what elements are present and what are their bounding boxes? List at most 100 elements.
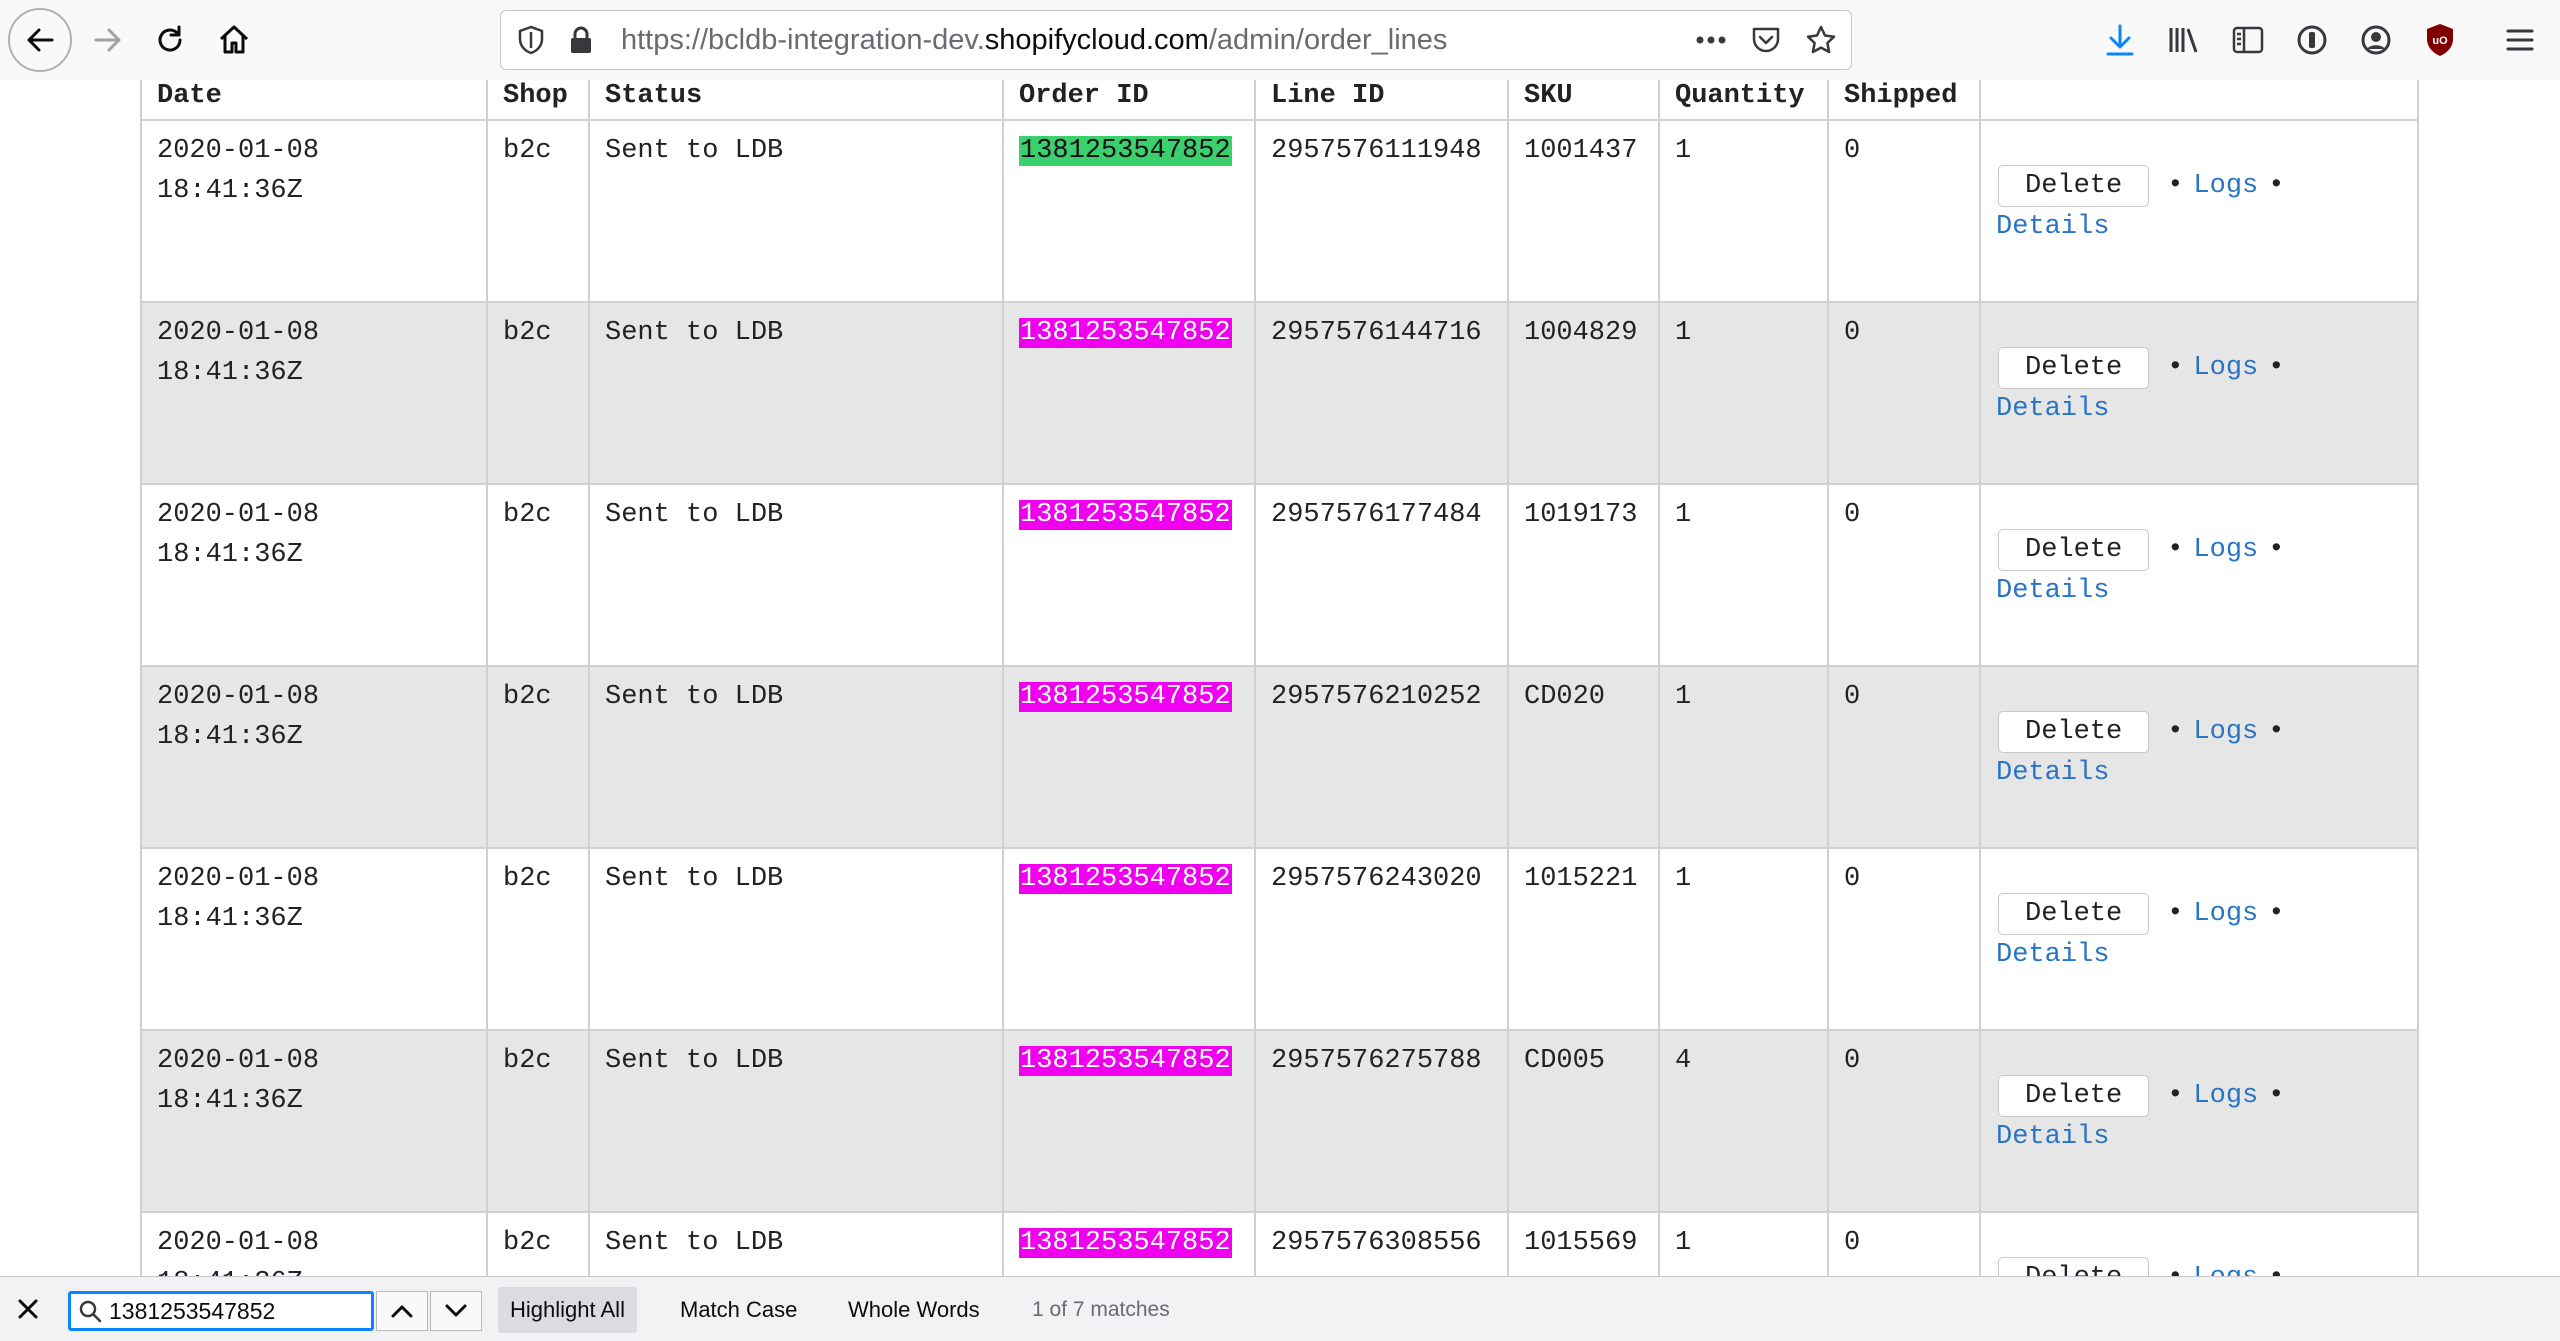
menu-icon[interactable] xyxy=(2498,18,2542,62)
library-icon[interactable] xyxy=(2162,18,2206,62)
shipped-cell: 0 xyxy=(1827,1211,1981,1276)
date-value: 2020-01-08 xyxy=(157,136,320,166)
delete-button[interactable]: Delete xyxy=(1998,893,2150,935)
back-button[interactable] xyxy=(8,8,72,72)
back-icon xyxy=(27,28,54,52)
bullet-separator: • xyxy=(2167,899,2184,929)
time-value: 18:41:36Z xyxy=(157,540,303,570)
table-row: 2020-01-08 18:41:36Z b2cSent to LDB 1381253… xyxy=(140,847,2419,1031)
logs-link[interactable]: Logs xyxy=(2193,171,2258,201)
bullet-separator: • xyxy=(2268,535,2285,565)
details-link[interactable]: Details xyxy=(1996,1122,2109,1152)
account-icon[interactable] xyxy=(2354,18,2398,62)
column-header: Shop xyxy=(486,80,590,121)
delete-button[interactable]: Delete xyxy=(1998,529,2150,571)
line-id-cell: 2957576308556 xyxy=(1254,1211,1509,1276)
more-icon[interactable] xyxy=(1691,20,1731,60)
lock-icon[interactable] xyxy=(561,20,601,60)
shipped-cell: 0 xyxy=(1827,665,1981,849)
date-cell: 2020-01-08 18:41:36Z xyxy=(140,301,488,485)
actions-cell: Delete • Logs • Details xyxy=(1979,483,2419,667)
column-header: Shipped xyxy=(1827,80,1981,121)
actions-cell: Delete • Logs • Details xyxy=(1979,301,2419,485)
table-row: 2020-01-08 18:41:36Z b2cSent to LDB 1381253… xyxy=(140,1029,2419,1213)
logs-link[interactable]: Logs xyxy=(2193,353,2258,383)
details-link[interactable]: Details xyxy=(1996,576,2109,606)
order-id-cell: 1381253547852 xyxy=(1002,483,1256,667)
date-cell: 2020-01-08 18:41:36Z xyxy=(140,665,488,849)
pocket-icon[interactable] xyxy=(1746,20,1786,60)
delete-button[interactable]: Delete xyxy=(1998,1257,2150,1276)
shield-icon[interactable] xyxy=(511,20,551,60)
details-link[interactable]: Details xyxy=(1996,758,2109,788)
status-cell: Sent to LDB xyxy=(588,1211,1004,1276)
delete-button[interactable]: Delete xyxy=(1998,1075,2150,1117)
order-id-cell: 1381253547852 xyxy=(1002,847,1256,1031)
line-id-cell: 2957576210252 xyxy=(1254,665,1509,849)
url-text[interactable]: https://bcldb-integration-dev.shopifyclo… xyxy=(621,11,1447,69)
date-cell: 2020-01-08 18:41:36Z xyxy=(140,483,488,667)
quantity-cell: 4 xyxy=(1658,1029,1829,1213)
download-icon[interactable] xyxy=(2098,18,2142,62)
page-content: Date Shop Status Order ID Line ID SKU Quantity… xyxy=(0,80,2560,1276)
reload-button[interactable] xyxy=(146,16,194,64)
details-link[interactable]: Details xyxy=(1996,394,2109,424)
quantity-cell: 1 xyxy=(1658,483,1829,667)
delete-button[interactable]: Delete xyxy=(1998,711,2150,753)
whole-words-toggle[interactable]: Whole Words xyxy=(836,1287,992,1333)
delete-button[interactable]: Delete xyxy=(1998,165,2150,207)
sidebar-icon[interactable] xyxy=(2226,18,2270,62)
date-cell: 2020-01-08 18:41:36Z xyxy=(140,1029,488,1213)
order-lines-table: Date Shop Status Order ID Line ID SKU Quantity… xyxy=(140,80,2419,1276)
column-header: Line ID xyxy=(1254,80,1509,121)
time-value: 18:41:36Z xyxy=(157,904,303,934)
home-button[interactable] xyxy=(210,16,258,64)
highlight-all-toggle[interactable]: Highlight All xyxy=(498,1287,637,1333)
logs-link[interactable]: Logs xyxy=(2193,535,2258,565)
line-id-cell: 2957576144716 xyxy=(1254,301,1509,485)
url-bar[interactable]: https://bcldb-integration-dev.shopifyclo… xyxy=(500,10,1852,70)
search-icon xyxy=(79,1300,102,1323)
quantity-cell: 1 xyxy=(1658,119,1829,303)
password-icon[interactable] xyxy=(2290,18,2334,62)
shop-cell: b2c xyxy=(486,119,590,303)
actions-cell: Delete • Logs • Details xyxy=(1979,1029,2419,1213)
logs-link[interactable]: Logs xyxy=(2193,717,2258,747)
order-id-cell: 1381253547852 xyxy=(1002,665,1256,849)
order-id-cell: 1381253547852 xyxy=(1002,1211,1256,1276)
delete-button[interactable]: Delete xyxy=(1998,347,2150,389)
ublock-icon[interactable]: uO xyxy=(2418,18,2462,62)
actions-cell: Delete • Logs • Details xyxy=(1979,665,2419,849)
bullet-separator: • xyxy=(2268,1081,2285,1111)
details-link[interactable]: Details xyxy=(1996,212,2109,242)
logs-link[interactable]: Logs xyxy=(2193,1263,2258,1276)
order-id-match-highlight: 1381253547852 xyxy=(1019,864,1232,894)
column-header xyxy=(1979,80,2419,121)
reload-icon xyxy=(158,25,182,52)
bullet-separator: • xyxy=(2167,1081,2184,1111)
logs-link[interactable]: Logs xyxy=(2193,1081,2258,1111)
logs-link[interactable]: Logs xyxy=(2193,899,2258,929)
find-input[interactable] xyxy=(68,1291,374,1331)
table-row: 2020-01-08 18:41:36Z b2cSent to LDB 1381253… xyxy=(140,1211,2419,1276)
find-close-button[interactable] xyxy=(10,1291,46,1327)
match-case-toggle[interactable]: Match Case xyxy=(668,1287,809,1333)
details-link[interactable]: Details xyxy=(1996,940,2109,970)
sku-cell: 1015569 xyxy=(1507,1211,1660,1276)
chevron-down-icon xyxy=(445,1304,467,1317)
column-header: Quantity xyxy=(1658,80,1829,121)
date-value: 2020-01-08 xyxy=(157,500,320,530)
table-row: 2020-01-08 18:41:36Z b2cSent to LDB 1381253… xyxy=(140,301,2419,485)
close-icon xyxy=(18,1299,38,1319)
shipped-cell: 0 xyxy=(1827,847,1981,1031)
order-id-match-highlight: 1381253547852 xyxy=(1019,318,1232,348)
line-id-cell: 2957576177484 xyxy=(1254,483,1509,667)
find-next-button[interactable] xyxy=(430,1291,482,1331)
date-value: 2020-01-08 xyxy=(157,318,320,348)
find-match-status: 1 of 7 matches xyxy=(1032,1298,1170,1321)
find-previous-button[interactable] xyxy=(376,1291,428,1331)
forward-button[interactable] xyxy=(84,16,132,64)
chevron-up-icon xyxy=(391,1305,413,1318)
bullet-separator: • xyxy=(2167,535,2184,565)
star-icon[interactable] xyxy=(1801,20,1841,60)
